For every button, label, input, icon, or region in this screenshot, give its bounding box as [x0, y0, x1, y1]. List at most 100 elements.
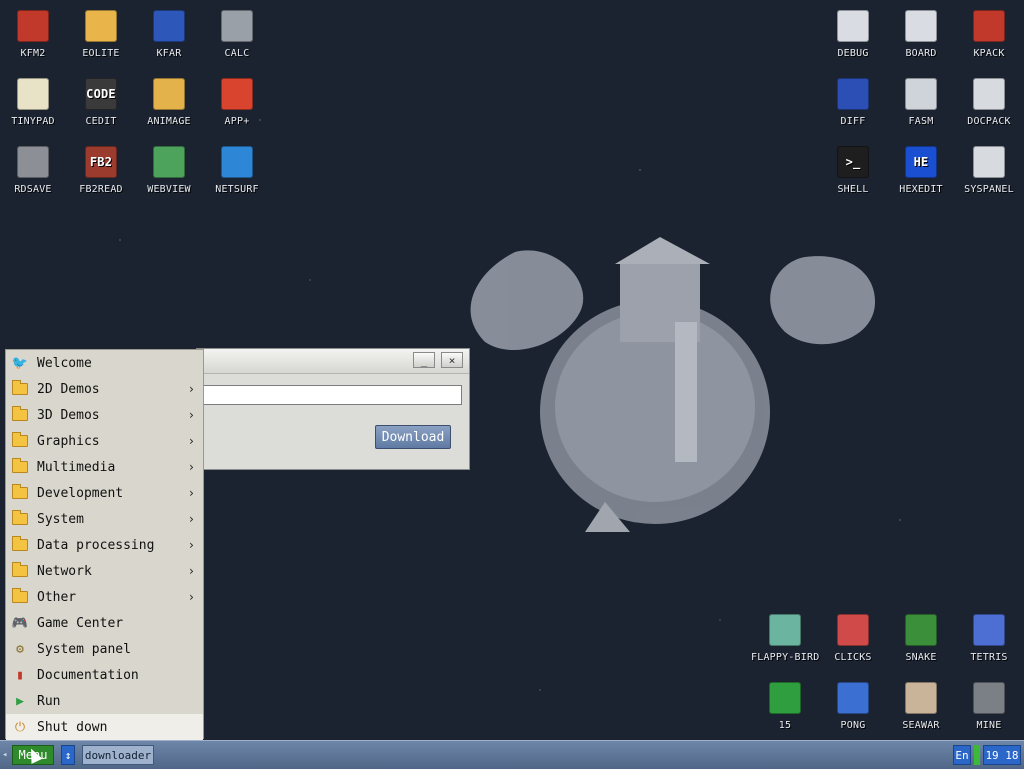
books-icon: ▮: [16, 667, 24, 683]
submenu-arrow-icon: ›: [187, 434, 195, 448]
desktop-icon-hexedit[interactable]: HE HEXEDIT: [887, 146, 955, 195]
desktop-icon-label: DEBUG: [837, 48, 869, 59]
desktop-icon-tetris[interactable]: TETRIS: [955, 614, 1023, 663]
desktop-icon-label: TINYPAD: [11, 116, 55, 127]
clipboard-icon: [905, 10, 937, 42]
submenu-arrow-icon: ›: [187, 460, 195, 474]
menu-item-game-center[interactable]: 🎮 Game Center: [6, 610, 203, 636]
desktop-icon-flappy-bird[interactable]: FLAPPY-BIRD: [751, 614, 819, 663]
notepad-icon: [17, 78, 49, 110]
menu-item-graphics[interactable]: Graphics ›: [6, 428, 203, 454]
sliders-icon: [973, 146, 1005, 178]
desktop-icon-fb2read[interactable]: FB2 FB2READ: [67, 146, 135, 195]
bug-icon: [837, 10, 869, 42]
desktop-icon-tinypad[interactable]: TINYPAD: [0, 78, 67, 127]
menu-item-run[interactable]: ▶ Run: [6, 688, 203, 714]
desktop-icon-15[interactable]: 15: [751, 682, 819, 731]
menu-item-label: Multimedia: [37, 459, 116, 475]
desktop-icon-label: KFM2: [20, 48, 46, 59]
menu-item-system-panel[interactable]: ⚙ System panel: [6, 636, 203, 662]
desktop-icon-kpack[interactable]: KPACK: [955, 10, 1023, 59]
desktop-icon-syspanel[interactable]: SYSPANEL: [955, 146, 1023, 195]
desktop-icon-calc[interactable]: CALC: [203, 10, 271, 59]
desktop-icon-label: CEDIT: [85, 116, 117, 127]
desktop-icon-docpack[interactable]: DOCPACK: [955, 78, 1023, 127]
desktop-icon-netsurf[interactable]: NETSURF: [203, 146, 271, 195]
submenu-arrow-icon: ›: [187, 512, 195, 526]
language-indicator[interactable]: En: [953, 745, 971, 765]
menu-item-label: Run: [37, 693, 61, 709]
desktop-icon-shell[interactable]: >_ SHELL: [819, 146, 887, 195]
menu-item-other[interactable]: Other ›: [6, 584, 203, 610]
wrench-icon: [973, 10, 1005, 42]
downloader-window[interactable]: _ × Download: [196, 348, 470, 470]
hex-editor-icon: HE: [905, 146, 937, 178]
desktop-icon-app-[interactable]: APP+: [203, 78, 271, 127]
menu-item-3d-demos[interactable]: 3D Demos ›: [6, 402, 203, 428]
desktop-icon-diff[interactable]: DIFF: [819, 78, 887, 127]
desktop-icon-snake[interactable]: SNAKE: [887, 614, 955, 663]
desktop-icon-label: 15: [778, 720, 792, 731]
download-button[interactable]: Download: [375, 425, 451, 449]
assembler-icon: [905, 78, 937, 110]
swap-icon[interactable]: ↕: [61, 745, 75, 765]
desktop-icon-fasm[interactable]: FASM: [887, 78, 955, 127]
menu-item-label: Graphics: [37, 433, 100, 449]
menu-item-documentation[interactable]: ▮ Documentation: [6, 662, 203, 688]
menu-item-multimedia[interactable]: Multimedia ›: [6, 454, 203, 480]
desktop-icon-clicks[interactable]: CLICKS: [819, 614, 887, 663]
mine-icon: [973, 682, 1005, 714]
menu-item-welcome[interactable]: 🐦 Welcome: [6, 350, 203, 376]
desktop-icon-animage[interactable]: ANIMAGE: [135, 78, 203, 127]
menu-item-label: System: [37, 511, 84, 527]
minimize-button[interactable]: _: [413, 352, 435, 368]
close-button[interactable]: ×: [441, 352, 463, 368]
floppy-disk-icon: [17, 10, 49, 42]
taskbar-item-downloader[interactable]: downloader: [82, 745, 154, 765]
desktop-icon-cedit[interactable]: CODE CEDIT: [67, 78, 135, 127]
submenu-arrow-icon: ›: [187, 590, 195, 604]
desktop-icon-seawar[interactable]: SEAWAR: [887, 682, 955, 731]
power-icon: ⏻: [14, 719, 26, 735]
desktop-icon-pong[interactable]: PONG: [819, 682, 887, 731]
desktop-icon-rdsave[interactable]: RDSAVE: [0, 146, 67, 195]
desktop-icon-label: KPACK: [973, 48, 1005, 59]
taskbar-left-arrow-icon[interactable]: ◂: [2, 750, 7, 760]
desktop-icon-kfm2[interactable]: KFM2: [0, 10, 67, 59]
desktop-icon-label: RDSAVE: [14, 184, 52, 195]
menu-item-label: Documentation: [37, 667, 139, 683]
desktop-icon-label: SYSPANEL: [964, 184, 1014, 195]
taskbar: ◂ Menu ↕ downloader En 19 18: [0, 740, 1024, 769]
url-input[interactable]: [203, 385, 462, 405]
desktop-icon-webview[interactable]: WEBVIEW: [135, 146, 203, 195]
folder-icon: [11, 562, 29, 579]
desktop-icon-eolite[interactable]: EOLITE: [67, 10, 135, 59]
folder-icon: [11, 406, 29, 423]
submenu-arrow-icon: ›: [187, 538, 195, 552]
menu-item-network[interactable]: Network ›: [6, 558, 203, 584]
menu-item-data-processing[interactable]: Data processing ›: [6, 532, 203, 558]
menu-item-development[interactable]: Development ›: [6, 480, 203, 506]
clock[interactable]: 19 18: [983, 745, 1021, 765]
folder-icon: [11, 380, 29, 397]
file-manager-icon: [153, 10, 185, 42]
menu-item-label: Network: [37, 563, 92, 579]
desktop-icon-label: FASM: [908, 116, 934, 127]
snake-icon: [905, 614, 937, 646]
desktop-icon-board[interactable]: BOARD: [887, 10, 955, 59]
menu-item-system[interactable]: System ›: [6, 506, 203, 532]
folder-icon: [11, 588, 29, 605]
desktop-icon-mine[interactable]: MINE: [955, 682, 1023, 731]
desktop-icon-label: NETSURF: [215, 184, 259, 195]
desktop-icon-label: BOARD: [905, 48, 937, 59]
menu-item-shut-down[interactable]: ⏻ Shut down: [6, 714, 203, 740]
fifteen-puzzle-icon: [769, 682, 801, 714]
desktop-icon-label: SEAWAR: [902, 720, 940, 731]
desktop-icon-debug[interactable]: DEBUG: [819, 10, 887, 59]
desktop-icon-kfar[interactable]: KFAR: [135, 10, 203, 59]
desktop-icon-label: HEXEDIT: [899, 184, 943, 195]
cabinet-icon: [973, 78, 1005, 110]
window-titlebar[interactable]: _ ×: [197, 349, 469, 374]
menu-item-label: Development: [37, 485, 124, 501]
menu-item-2d-demos[interactable]: 2D Demos ›: [6, 376, 203, 402]
